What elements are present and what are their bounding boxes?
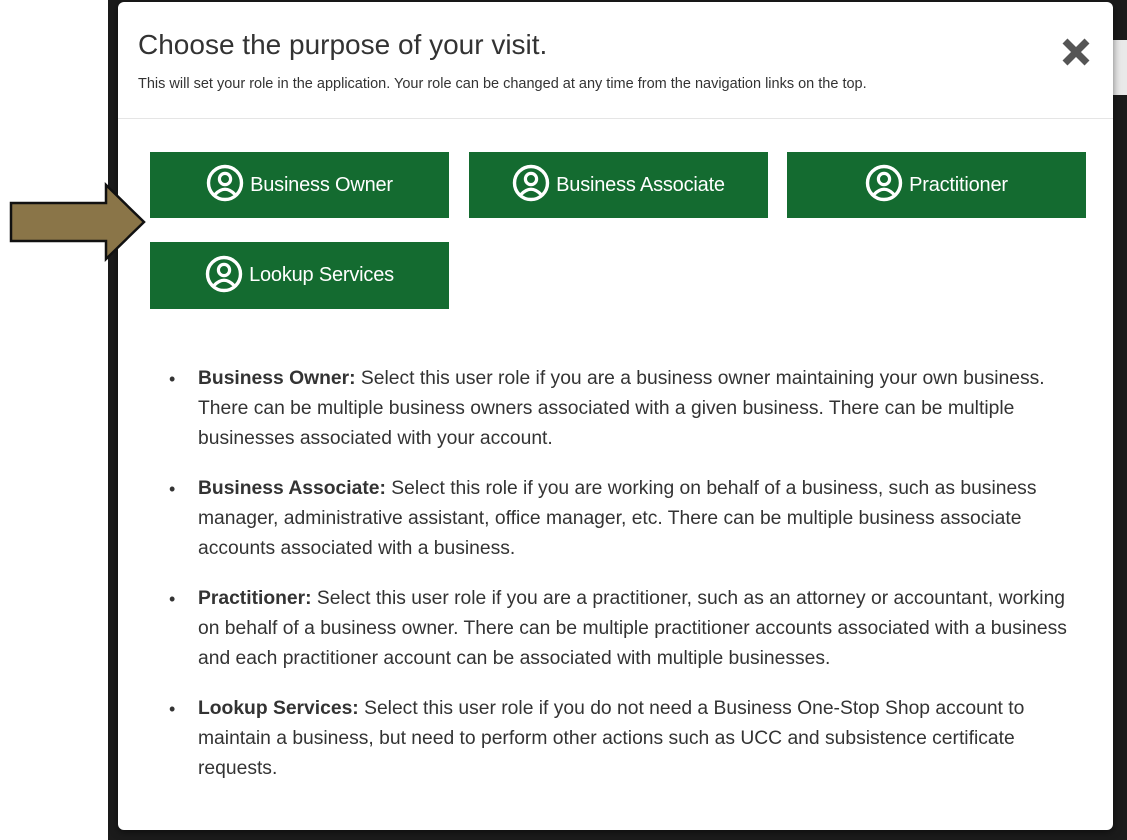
bullet: • xyxy=(169,589,176,609)
page-background-strip xyxy=(1112,40,1127,95)
pointer-arrow-icon xyxy=(9,182,146,262)
role-button-label: Lookup Services xyxy=(249,264,394,286)
user-circle-icon xyxy=(865,164,903,202)
list-item: • Lookup Services: Select this user role… xyxy=(167,694,1082,784)
business-associate-button[interactable]: Business Associate xyxy=(469,152,768,218)
role-button-label: Business Associate xyxy=(556,173,725,196)
close-x-icon xyxy=(1062,38,1090,66)
role-selection-dialog: Choose the purpose of your visit. This w… xyxy=(118,2,1113,830)
practitioner-button[interactable]: Practitioner xyxy=(787,152,1086,218)
role-description: Select this user role if you are a pract… xyxy=(198,588,1067,669)
role-term: Practitioner: xyxy=(198,588,312,609)
user-circle-icon xyxy=(512,164,550,202)
bullet: • xyxy=(169,699,176,719)
list-item: • Business Associate: Select this role i… xyxy=(167,474,1082,564)
role-term: Business Owner: xyxy=(198,368,356,389)
dialog-title: Choose the purpose of your visit. xyxy=(138,29,548,60)
role-term: Lookup Services: xyxy=(198,698,359,719)
bullet: • xyxy=(169,369,176,389)
bullet: • xyxy=(169,479,176,499)
dialog-header: Choose the purpose of your visit. This w… xyxy=(118,2,1113,119)
list-item: • Business Owner: Select this user role … xyxy=(167,364,1082,454)
user-circle-icon xyxy=(206,164,244,202)
role-button-label: Business Owner xyxy=(250,173,393,196)
role-descriptions-list: • Business Owner: Select this user role … xyxy=(167,364,1082,804)
list-item: • Practitioner: Select this user role if… xyxy=(167,584,1082,674)
close-button[interactable] xyxy=(1056,32,1096,72)
role-term: Business Associate: xyxy=(198,478,386,499)
role-button-label: Practitioner xyxy=(909,173,1008,196)
user-circle-icon xyxy=(205,255,243,292)
lookup-services-button[interactable]: Lookup Services xyxy=(150,242,449,309)
dialog-subtitle: This will set your role in the applicati… xyxy=(138,76,867,92)
business-owner-button[interactable]: Business Owner xyxy=(150,152,449,218)
